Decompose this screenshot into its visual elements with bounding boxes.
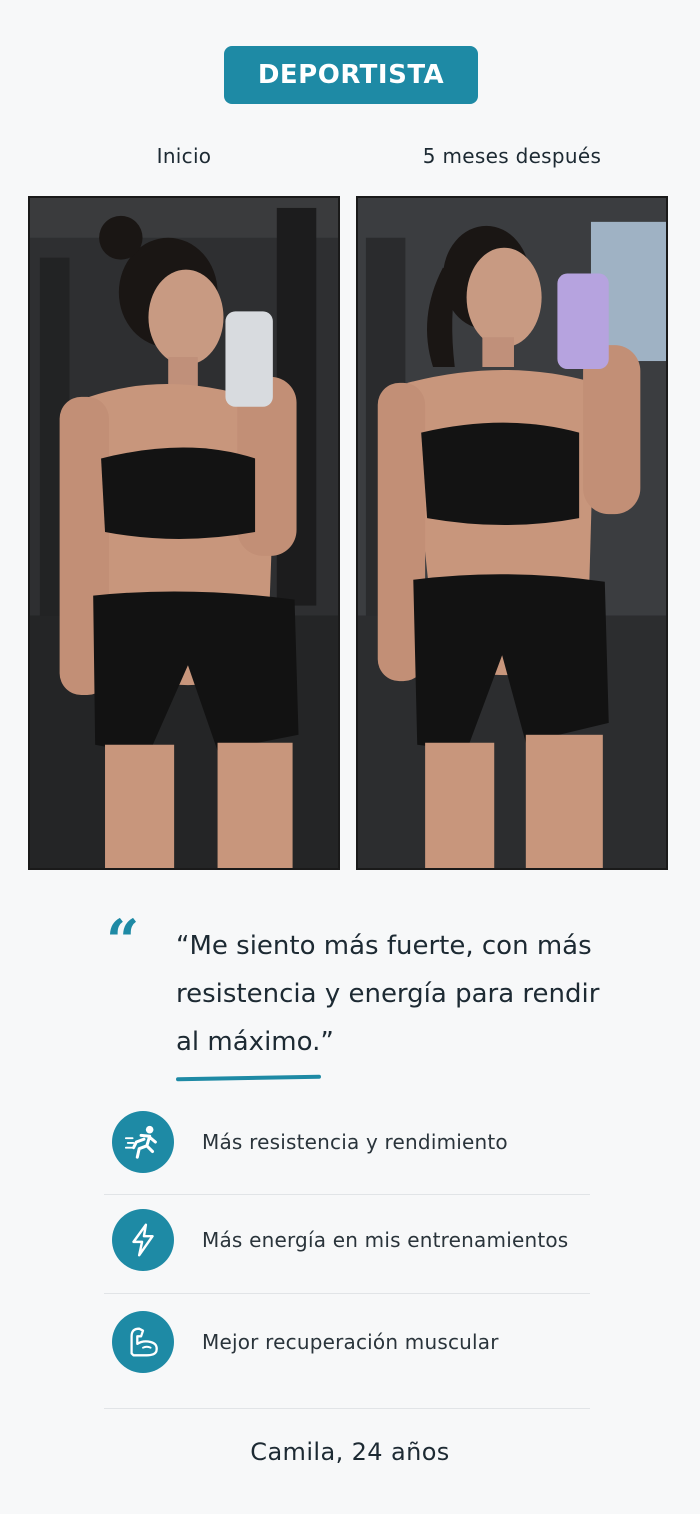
before-photo	[28, 196, 340, 870]
benefit-label: Mejor recuperación muscular	[202, 1330, 499, 1354]
lightning-bolt-icon	[112, 1209, 174, 1271]
testimonial-quote: “Me siento más fuerte, con más resistenc…	[176, 931, 600, 1057]
quote-icon: “	[106, 907, 139, 975]
quote-underline	[175, 1074, 322, 1082]
flexed-arm-icon	[112, 1311, 174, 1373]
after-label: 5 meses después	[422, 144, 602, 168]
testimonial-author: Camila, 24 años	[250, 1438, 450, 1466]
divider	[104, 1408, 590, 1409]
after-photo	[356, 196, 668, 870]
benefit-label: Más energía en mis entrenamientos	[202, 1228, 569, 1252]
running-person-icon	[112, 1111, 174, 1173]
benefit-label: Más resistencia y rendimiento	[202, 1130, 508, 1154]
benefit-item: Mejor recuperación muscular	[104, 1294, 590, 1390]
benefit-item: Más energía en mis entrenamientos	[104, 1192, 590, 1288]
before-label: Inicio	[156, 144, 212, 168]
category-badge: DEPORTISTA	[224, 46, 478, 104]
benefit-item: Más resistencia y rendimiento	[104, 1094, 590, 1190]
